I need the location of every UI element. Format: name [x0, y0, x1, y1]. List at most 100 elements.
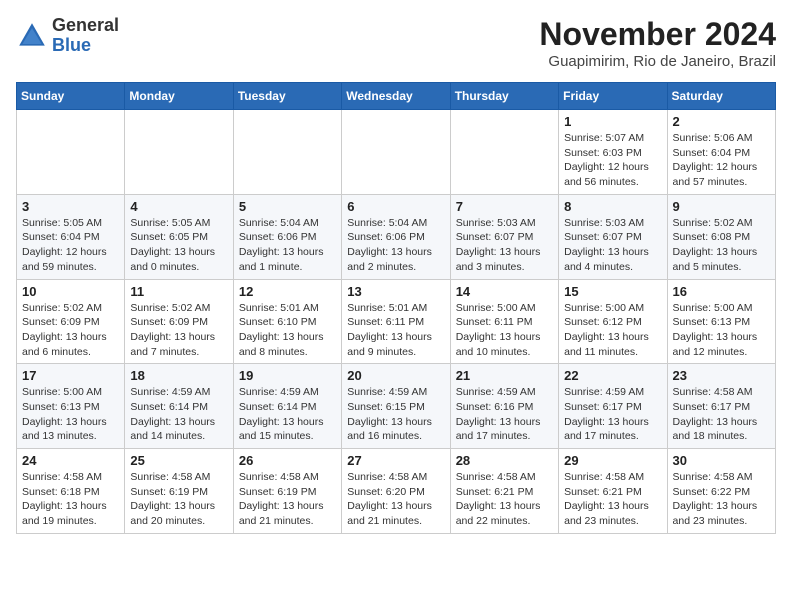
day-number: 17 [22, 368, 119, 383]
weekday-header-tuesday: Tuesday [233, 83, 341, 110]
day-info: Sunrise: 5:03 AMSunset: 6:07 PMDaylight:… [564, 216, 661, 275]
calendar-week-4: 17 Sunrise: 5:00 AMSunset: 6:13 PMDayligh… [17, 364, 776, 449]
calendar-cell: 17 Sunrise: 5:00 AMSunset: 6:13 PMDayligh… [17, 364, 125, 449]
day-number: 20 [347, 368, 444, 383]
weekday-header-friday: Friday [559, 83, 667, 110]
day-number: 16 [673, 284, 770, 299]
day-number: 19 [239, 368, 336, 383]
day-number: 29 [564, 453, 661, 468]
day-info: Sunrise: 4:59 AMSunset: 6:14 PMDaylight:… [130, 385, 227, 444]
day-number: 8 [564, 199, 661, 214]
day-number: 3 [22, 199, 119, 214]
day-info: Sunrise: 4:58 AMSunset: 6:20 PMDaylight:… [347, 470, 444, 529]
calendar-cell: 9 Sunrise: 5:02 AMSunset: 6:08 PMDaylight… [667, 194, 775, 279]
day-info: Sunrise: 4:59 AMSunset: 6:16 PMDaylight:… [456, 385, 553, 444]
calendar-cell: 4Sunrise: 5:05 AMSunset: 6:05 PMDaylight… [125, 194, 233, 279]
month-title: November 2024 [539, 16, 776, 53]
day-number: 9 [673, 199, 770, 214]
day-number: 25 [130, 453, 227, 468]
calendar-cell: 19Sunrise: 4:59 AMSunset: 6:14 PMDayligh… [233, 364, 341, 449]
calendar-cell: 30 Sunrise: 4:58 AMSunset: 6:22 PMDayligh… [667, 449, 775, 534]
day-info: Sunrise: 4:59 AMSunset: 6:17 PMDaylight:… [564, 385, 661, 444]
calendar-cell: 3 Sunrise: 5:05 AMSunset: 6:04 PMDaylight… [17, 194, 125, 279]
day-info: Sunrise: 4:58 AMSunset: 6:21 PMDaylight:… [456, 470, 553, 529]
day-number: 1 [564, 114, 661, 129]
weekday-header-wednesday: Wednesday [342, 83, 450, 110]
day-number: 23 [673, 368, 770, 383]
day-number: 22 [564, 368, 661, 383]
day-info: Sunrise: 4:58 AMSunset: 6:22 PMDaylight:… [673, 470, 770, 529]
day-number: 12 [239, 284, 336, 299]
calendar-cell [342, 110, 450, 195]
logo-text: General Blue [52, 16, 119, 56]
calendar-cell: 8 Sunrise: 5:03 AMSunset: 6:07 PMDaylight… [559, 194, 667, 279]
day-number: 10 [22, 284, 119, 299]
calendar-cell: 7Sunrise: 5:03 AMSunset: 6:07 PMDaylight… [450, 194, 558, 279]
day-number: 24 [22, 453, 119, 468]
page-header: General Blue November 2024 Guapimirim, R… [16, 16, 776, 70]
calendar-cell: 25Sunrise: 4:58 AMSunset: 6:19 PMDayligh… [125, 449, 233, 534]
calendar-table: SundayMondayTuesdayWednesdayThursdayFrid… [16, 82, 776, 534]
calendar-cell: 12 Sunrise: 5:01 AMSunset: 6:10 PMDayligh… [233, 279, 341, 364]
calendar-cell: 1 Sunrise: 5:07 AMSunset: 6:03 PMDaylight… [559, 110, 667, 195]
day-info: Sunrise: 4:58 AMSunset: 6:19 PMDaylight:… [239, 470, 336, 529]
calendar-cell: 22 Sunrise: 4:59 AMSunset: 6:17 PMDayligh… [559, 364, 667, 449]
calendar-cell: 18 Sunrise: 4:59 AMSunset: 6:14 PMDayligh… [125, 364, 233, 449]
calendar-week-2: 3 Sunrise: 5:05 AMSunset: 6:04 PMDaylight… [17, 194, 776, 279]
calendar-cell: 26 Sunrise: 4:58 AMSunset: 6:19 PMDayligh… [233, 449, 341, 534]
day-info: Sunrise: 5:04 AMSunset: 6:06 PMDaylight:… [239, 216, 336, 275]
day-number: 28 [456, 453, 553, 468]
day-info: Sunrise: 4:58 AMSunset: 6:18 PMDaylight:… [22, 470, 119, 529]
day-info: Sunrise: 4:58 AMSunset: 6:17 PMDaylight:… [673, 385, 770, 444]
calendar-cell: 13 Sunrise: 5:01 AMSunset: 6:11 PMDayligh… [342, 279, 450, 364]
calendar-cell: 10 Sunrise: 5:02 AMSunset: 6:09 PMDayligh… [17, 279, 125, 364]
day-number: 6 [347, 199, 444, 214]
day-number: 14 [456, 284, 553, 299]
day-info: Sunrise: 4:58 AMSunset: 6:21 PMDaylight:… [564, 470, 661, 529]
calendar-cell: 2 Sunrise: 5:06 AMSunset: 6:04 PMDaylight… [667, 110, 775, 195]
day-info: Sunrise: 5:04 AMSunset: 6:06 PMDaylight:… [347, 216, 444, 275]
day-number: 30 [673, 453, 770, 468]
calendar-cell [17, 110, 125, 195]
calendar-cell: 14 Sunrise: 5:00 AMSunset: 6:11 PMDayligh… [450, 279, 558, 364]
day-info: Sunrise: 5:05 AMSunset: 6:05 PMDaylight:… [130, 216, 227, 275]
day-info: Sunrise: 5:00 AMSunset: 6:11 PMDaylight:… [456, 301, 553, 360]
day-info: Sunrise: 5:02 AMSunset: 6:08 PMDaylight:… [673, 216, 770, 275]
day-number: 7 [456, 199, 553, 214]
calendar-week-1: 1 Sunrise: 5:07 AMSunset: 6:03 PMDaylight… [17, 110, 776, 195]
weekday-header-thursday: Thursday [450, 83, 558, 110]
day-number: 11 [130, 284, 227, 299]
day-info: Sunrise: 5:05 AMSunset: 6:04 PMDaylight:… [22, 216, 119, 275]
calendar-cell: 20Sunrise: 4:59 AMSunset: 6:15 PMDayligh… [342, 364, 450, 449]
day-info: Sunrise: 5:07 AMSunset: 6:03 PMDaylight:… [564, 131, 661, 190]
day-number: 18 [130, 368, 227, 383]
day-info: Sunrise: 5:02 AMSunset: 6:09 PMDaylight:… [22, 301, 119, 360]
calendar-cell: 28 Sunrise: 4:58 AMSunset: 6:21 PMDayligh… [450, 449, 558, 534]
calendar-cell [125, 110, 233, 195]
day-info: Sunrise: 5:00 AMSunset: 6:12 PMDaylight:… [564, 301, 661, 360]
weekday-header-monday: Monday [125, 83, 233, 110]
day-info: Sunrise: 5:01 AMSunset: 6:10 PMDaylight:… [239, 301, 336, 360]
calendar-cell: 15Sunrise: 5:00 AMSunset: 6:12 PMDayligh… [559, 279, 667, 364]
calendar-cell [450, 110, 558, 195]
day-number: 5 [239, 199, 336, 214]
day-info: Sunrise: 5:00 AMSunset: 6:13 PMDaylight:… [22, 385, 119, 444]
weekday-header-row: SundayMondayTuesdayWednesdayThursdayFrid… [17, 83, 776, 110]
day-number: 2 [673, 114, 770, 129]
day-info: Sunrise: 5:00 AMSunset: 6:13 PMDaylight:… [673, 301, 770, 360]
calendar-cell: 16 Sunrise: 5:00 AMSunset: 6:13 PMDayligh… [667, 279, 775, 364]
calendar-cell: 23 Sunrise: 4:58 AMSunset: 6:17 PMDayligh… [667, 364, 775, 449]
day-number: 13 [347, 284, 444, 299]
day-info: Sunrise: 5:06 AMSunset: 6:04 PMDaylight:… [673, 131, 770, 190]
weekday-header-saturday: Saturday [667, 83, 775, 110]
logo-icon [16, 20, 48, 52]
title-block: November 2024 Guapimirim, Rio de Janeiro… [539, 16, 776, 70]
calendar-cell: 24 Sunrise: 4:58 AMSunset: 6:18 PMDayligh… [17, 449, 125, 534]
day-info: Sunrise: 5:01 AMSunset: 6:11 PMDaylight:… [347, 301, 444, 360]
calendar-cell: 6 Sunrise: 5:04 AMSunset: 6:06 PMDaylight… [342, 194, 450, 279]
location-text: Guapimirim, Rio de Janeiro, Brazil [539, 53, 776, 70]
calendar-cell [233, 110, 341, 195]
day-number: 27 [347, 453, 444, 468]
calendar-cell: 5 Sunrise: 5:04 AMSunset: 6:06 PMDaylight… [233, 194, 341, 279]
day-number: 26 [239, 453, 336, 468]
